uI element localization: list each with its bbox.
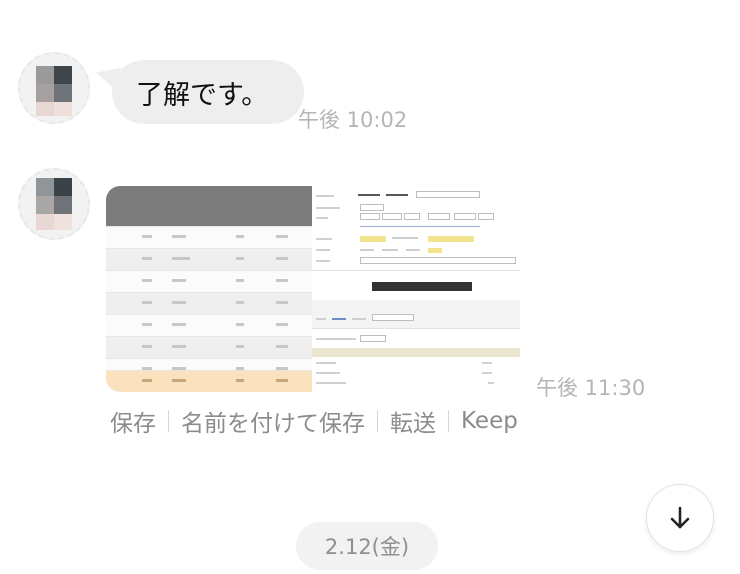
- date-label: 2.12(金): [324, 535, 410, 559]
- forward-button[interactable]: 転送: [390, 404, 436, 438]
- thumbnail-table-row: [106, 314, 312, 337]
- image-actions-bar: 保存 名前を付けて保存 転送 Keep: [110, 404, 518, 438]
- scroll-to-bottom-button[interactable]: [646, 484, 714, 552]
- thumbnail-table-header: [106, 186, 312, 226]
- message-bubble[interactable]: 了解です。: [112, 60, 305, 124]
- avatar-mosaic-4: [54, 196, 72, 214]
- avatar-mosaic-3: [36, 84, 54, 102]
- thumbnail-form-area: [312, 186, 520, 392]
- thumbnail-table-row: [106, 226, 312, 249]
- save-button[interactable]: 保存: [110, 404, 156, 438]
- avatar-mosaic-6: [54, 102, 72, 116]
- message-timestamp: 午後 10:02: [298, 108, 408, 132]
- avatar-mosaic-5: [36, 214, 54, 230]
- avatar-mosaic-3: [36, 196, 54, 214]
- action-divider: [377, 410, 378, 432]
- message-text: 了解です。: [136, 79, 269, 111]
- date-separator: 2.12(金): [296, 522, 438, 570]
- sender-avatar[interactable]: [18, 168, 90, 240]
- avatar-mosaic: [36, 178, 54, 196]
- image-timestamp: 午後 11:30: [536, 376, 646, 400]
- save-as-button[interactable]: 名前を付けて保存: [181, 404, 365, 438]
- action-divider: [168, 410, 169, 432]
- avatar-mosaic-4: [54, 84, 72, 102]
- arrow-down-icon: [670, 506, 690, 529]
- sender-avatar[interactable]: [18, 52, 90, 124]
- image-message-thumbnail[interactable]: [106, 186, 520, 392]
- keep-button[interactable]: Keep: [461, 408, 518, 434]
- action-divider: [448, 410, 449, 432]
- thumbnail-table-row: [106, 270, 312, 293]
- thumbnail-table-row: [106, 292, 312, 315]
- thumbnail-table-total-row: [106, 370, 312, 392]
- thumbnail-table-area: [106, 186, 312, 392]
- avatar-mosaic-2: [54, 66, 72, 84]
- thumbnail-table-row: [106, 248, 312, 271]
- avatar-mosaic-2: [54, 178, 72, 196]
- avatar-mosaic: [36, 66, 54, 84]
- thumbnail-table-row: [106, 336, 312, 359]
- avatar-mosaic-6: [54, 214, 72, 230]
- avatar-mosaic-5: [36, 102, 54, 116]
